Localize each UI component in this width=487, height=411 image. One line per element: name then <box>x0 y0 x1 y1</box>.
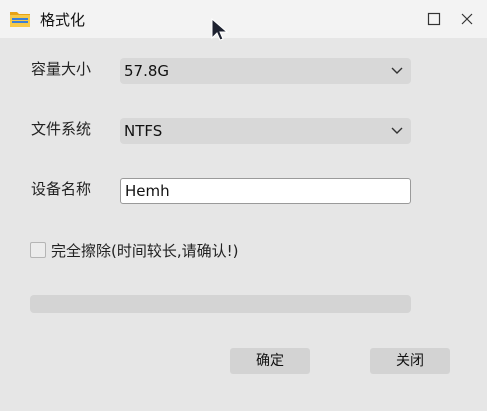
full-erase-checkbox[interactable] <box>30 242 46 258</box>
filesystem-select[interactable]: NTFS <box>120 118 411 144</box>
full-erase-label[interactable]: 完全擦除(时间较长,请确认!) <box>51 241 239 261</box>
chevron-down-icon <box>391 127 403 134</box>
capacity-select[interactable]: 57.8G <box>120 58 411 84</box>
device-name-input[interactable] <box>120 178 411 204</box>
filesystem-label: 文件系统 <box>31 120 92 138</box>
window-title: 格式化 <box>40 11 86 29</box>
maximize-icon[interactable] <box>426 11 442 27</box>
capacity-label: 容量大小 <box>31 60 92 78</box>
title-bar: 格式化 <box>0 0 487 38</box>
close-button[interactable]: 关闭 <box>370 348 450 374</box>
capacity-value: 57.8G <box>124 62 170 80</box>
mouse-cursor-icon <box>211 18 228 41</box>
device-name-label: 设备名称 <box>31 180 92 198</box>
close-icon[interactable] <box>459 11 475 27</box>
filesystem-value: NTFS <box>124 122 163 140</box>
format-progress-bar <box>30 295 411 313</box>
ok-button[interactable]: 确定 <box>230 348 310 374</box>
folder-icon <box>10 12 30 27</box>
chevron-down-icon <box>391 67 403 74</box>
